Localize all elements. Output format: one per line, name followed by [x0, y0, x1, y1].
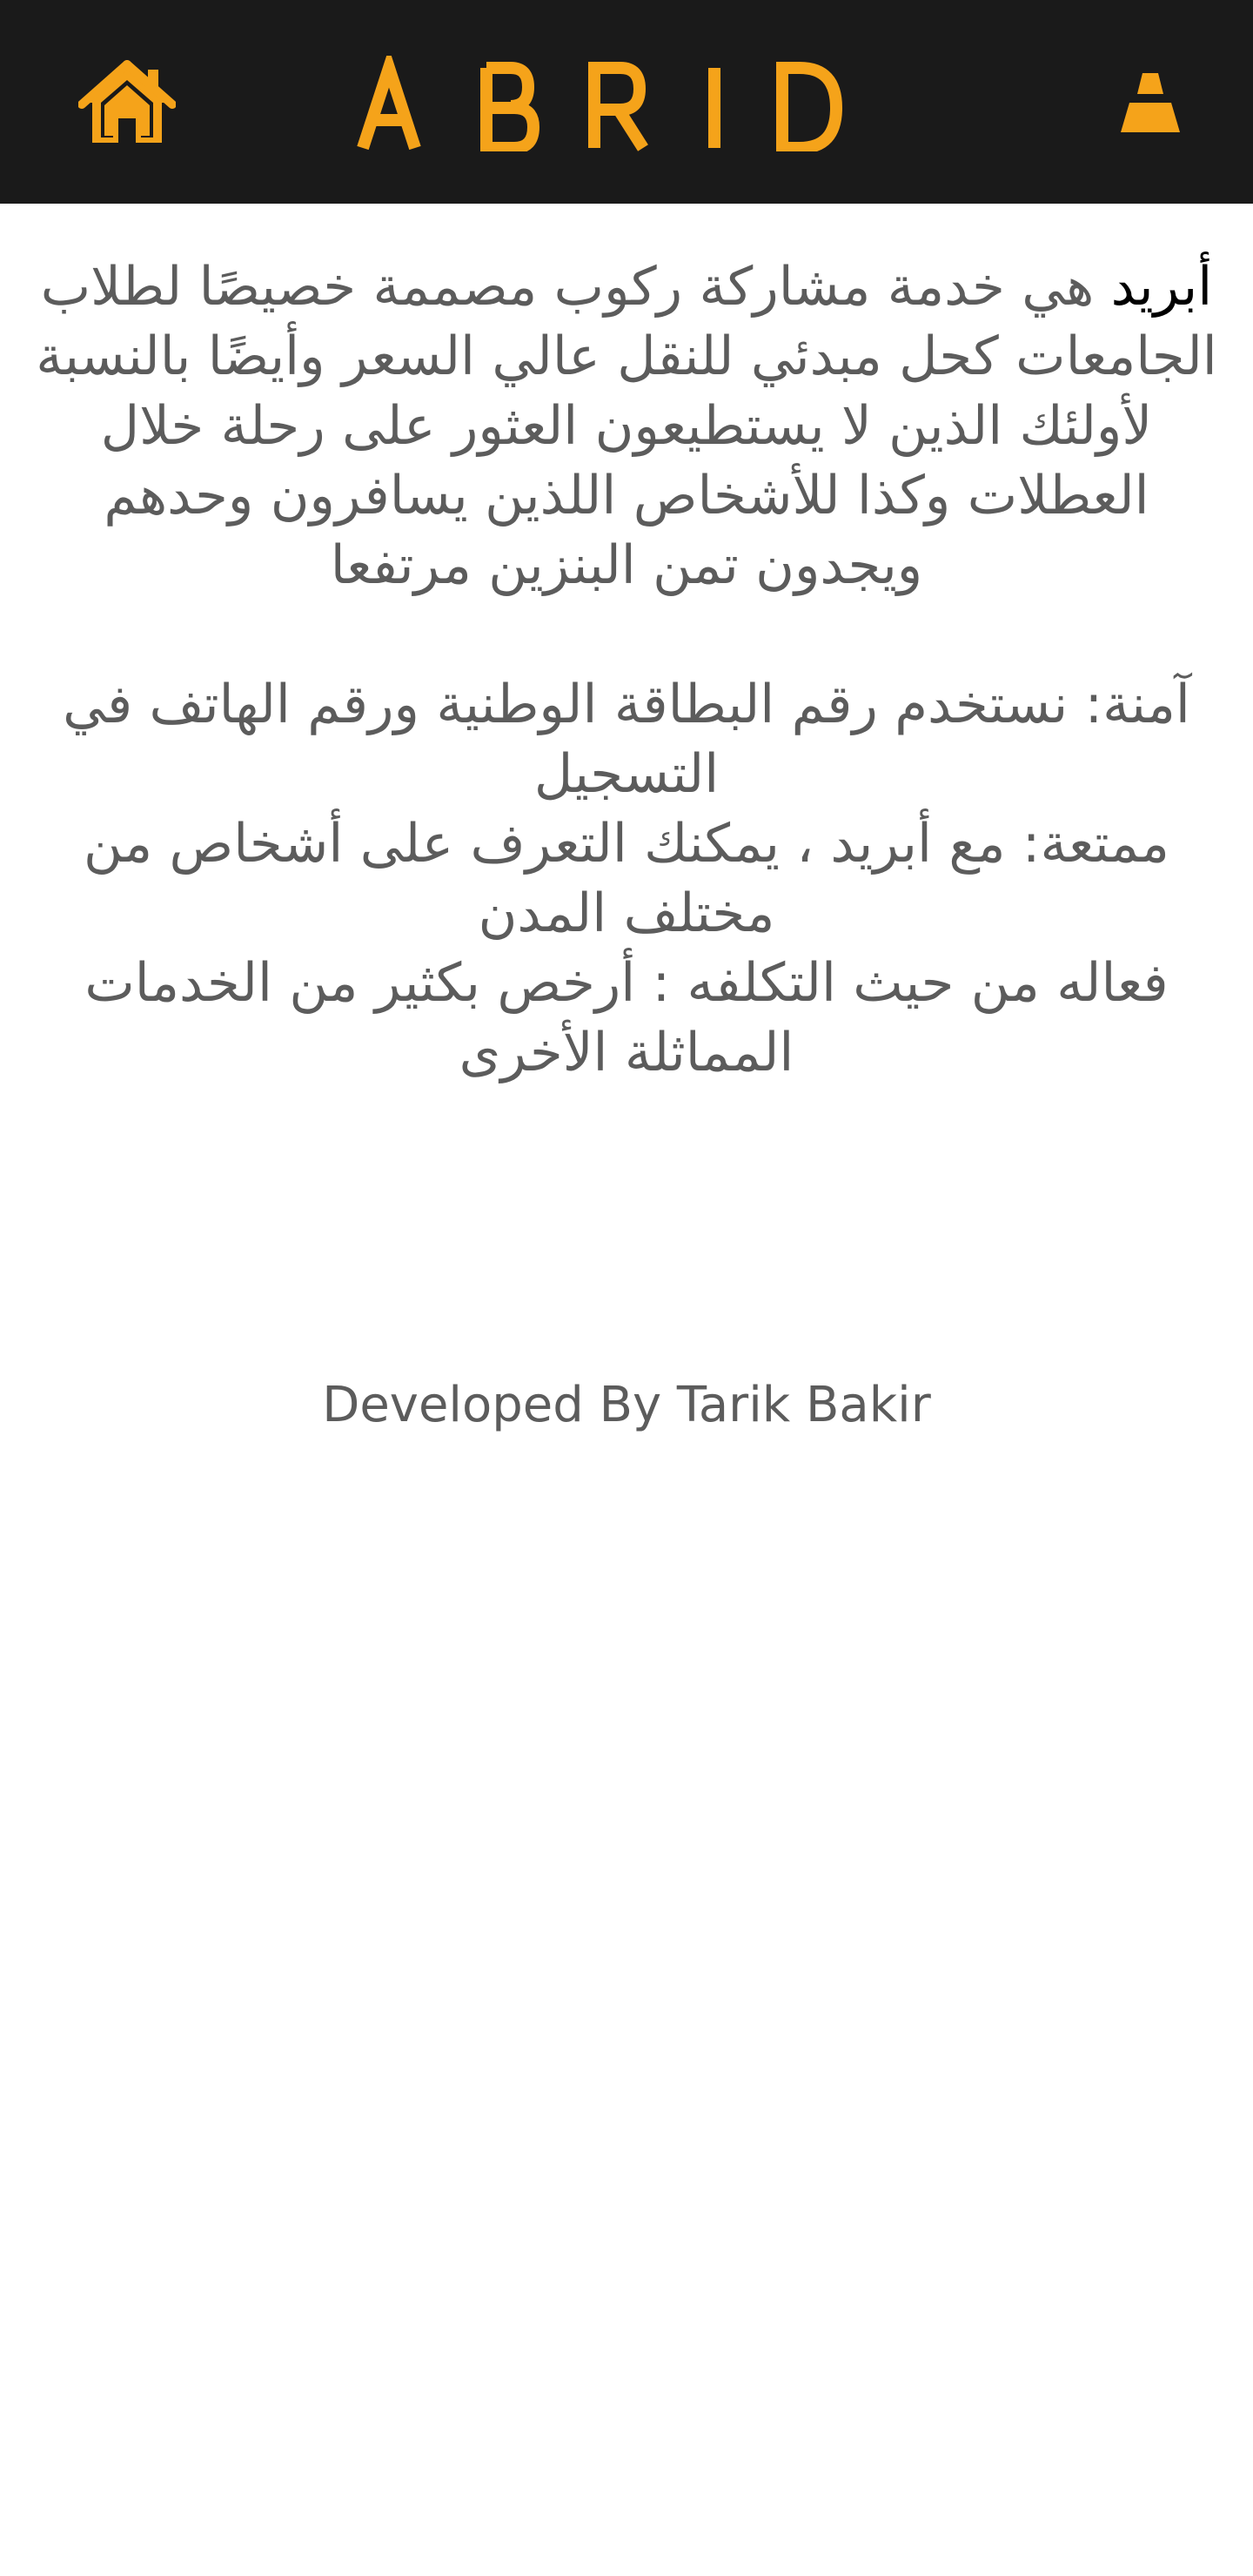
- app-header: [0, 0, 1253, 204]
- home-button[interactable]: [78, 59, 176, 146]
- developer-credit: Developed By Tarik Bakir: [322, 1377, 931, 1433]
- feature-cost: فعاله من حيث التكلفه : أرخص بكثير من الخ…: [84, 952, 1169, 1083]
- intro-text: هي خدمة مشاركة ركوب مصممة خصيصًا لطلاب ا…: [36, 256, 1217, 596]
- account-button[interactable]: [1117, 70, 1183, 136]
- feature-fun: ممتعة: مع أبريد ، يمكنك التعرف على أشخاص…: [84, 813, 1169, 944]
- about-section: أبريد هي خدمة مشاركة ركوب مصممة خصيصًا ل…: [31, 252, 1222, 1088]
- home-icon: [78, 60, 176, 143]
- intro-paragraph: أبريد هي خدمة مشاركة ركوب مصممة خصيصًا ل…: [31, 252, 1222, 600]
- brand-word: أبريد: [1110, 256, 1213, 318]
- feature-safe: آمنة: نستخدم رقم البطاقة الوطنية ورقم ال…: [63, 674, 1190, 805]
- brand-logo: [357, 56, 843, 151]
- user-icon: [1121, 73, 1180, 132]
